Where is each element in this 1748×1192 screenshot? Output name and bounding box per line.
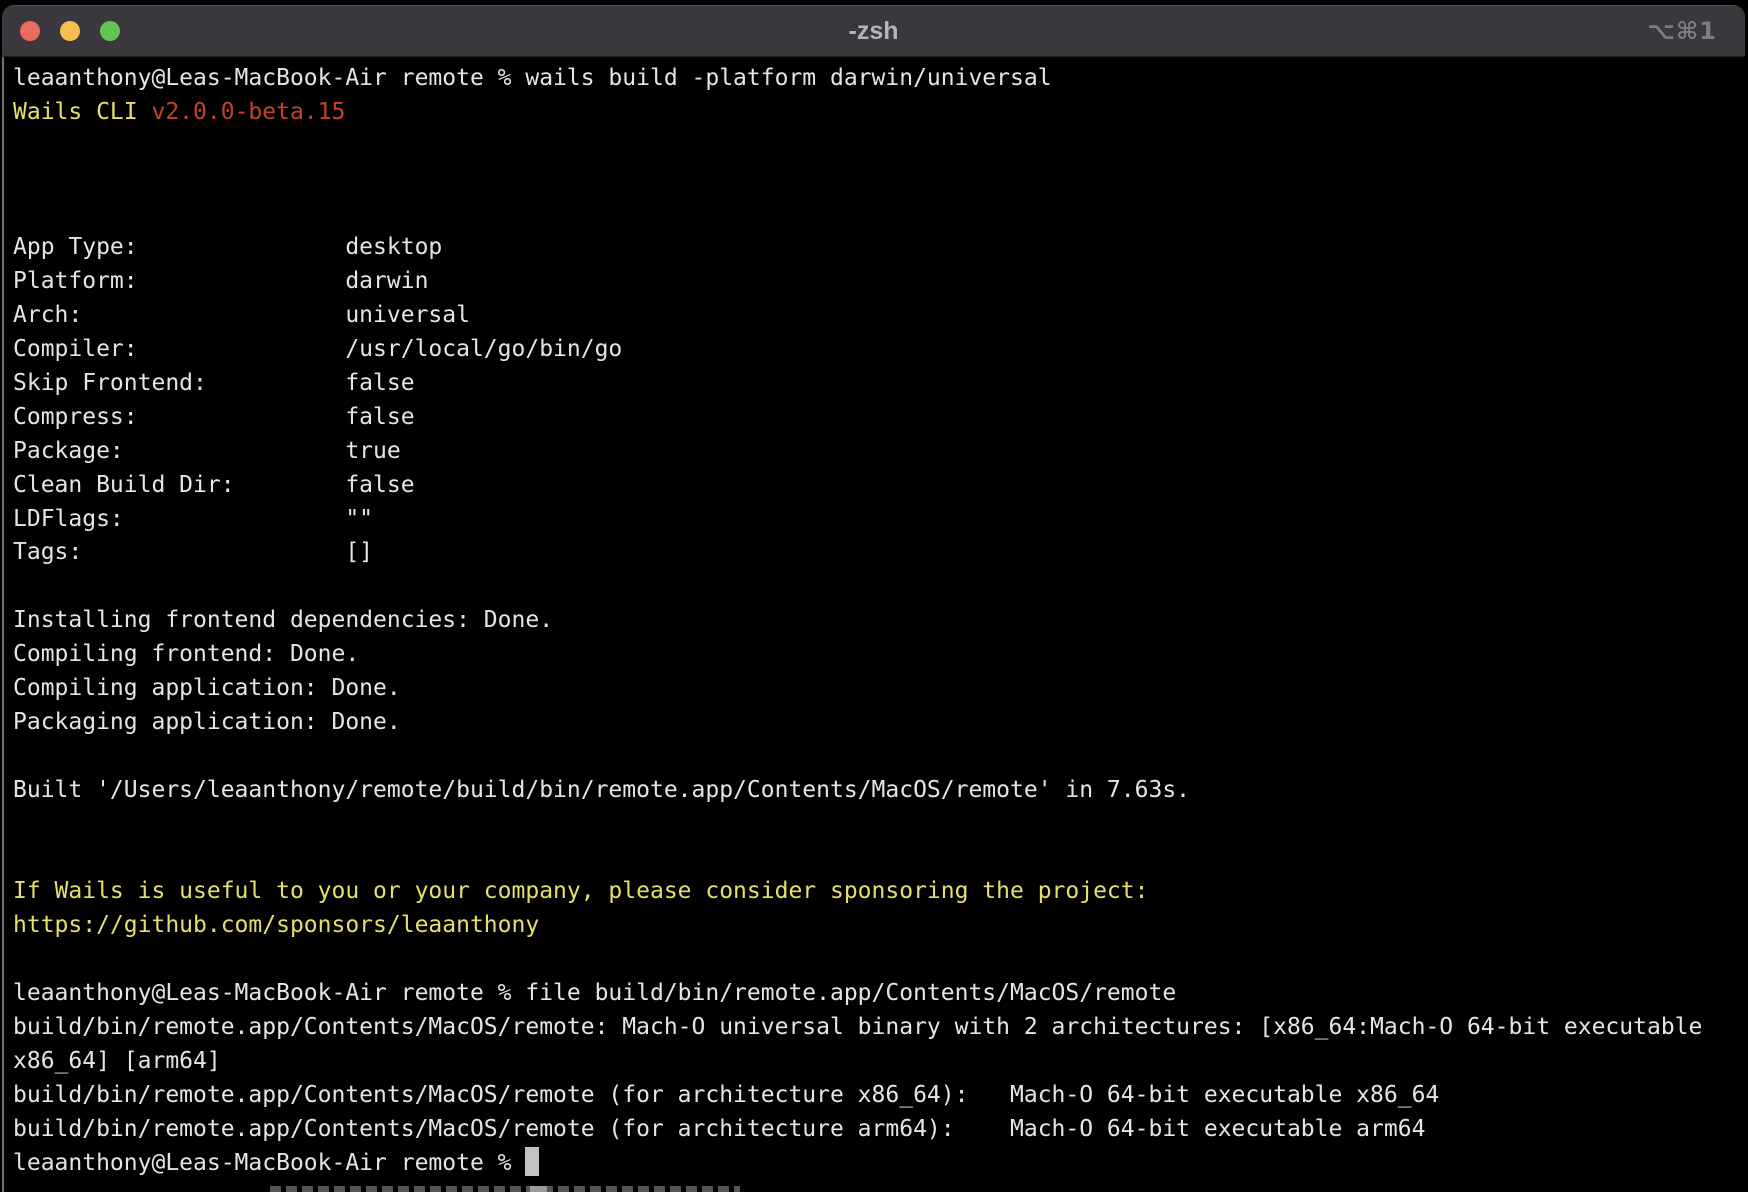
terminal-window: -zsh ⌥⌘1 leaanthony@Leas-MacBook-Air rem…	[2, 5, 1745, 1192]
terminal-text-span: Skip Frontend: false	[13, 370, 415, 396]
terminal-output: leaanthony@Leas-MacBook-Air remote % wai…	[13, 62, 1745, 1180]
terminal-text-span: leaanthony@Leas-MacBook-Air remote %	[13, 1150, 525, 1176]
terminal-text-span: leaanthony@Leas-MacBook-Air remote % fil…	[13, 980, 1176, 1006]
terminal-line: leaanthony@Leas-MacBook-Air remote % wai…	[13, 62, 1745, 96]
terminal-line: leaanthony@Leas-MacBook-Air remote % fil…	[13, 977, 1745, 1011]
terminal-line: Installing frontend dependencies: Done.	[13, 604, 1745, 638]
terminal-line: Compiler: /usr/local/go/bin/go	[13, 333, 1745, 367]
terminal-text-span: leaanthony@Leas-MacBook-Air remote % wai…	[13, 65, 1052, 91]
terminal-line: build/bin/remote.app/Contents/MacOS/remo…	[13, 1079, 1745, 1113]
terminal-line	[13, 130, 1745, 164]
terminal-text-span: LDFlags: ""	[13, 506, 373, 532]
terminal-line: Packaging application: Done.	[13, 706, 1745, 740]
terminal-line: If Wails is useful to you or your compan…	[13, 875, 1745, 909]
cursor-block	[525, 1147, 539, 1176]
terminal-line: Tags: []	[13, 536, 1745, 570]
terminal-line: LDFlags: ""	[13, 503, 1745, 537]
terminal-line: Compiling application: Done.	[13, 672, 1745, 706]
terminal-line: leaanthony@Leas-MacBook-Air remote %	[13, 1147, 1745, 1181]
terminal-line	[13, 570, 1745, 604]
terminal-line	[13, 164, 1745, 198]
terminal-line	[13, 808, 1745, 842]
terminal-line: Clean Build Dir: false	[13, 469, 1745, 503]
terminal-text-span: x86_64] [arm64]	[13, 1048, 221, 1074]
terminal-text-span: Packaging application: Done.	[13, 709, 401, 735]
terminal-text-span: build/bin/remote.app/Contents/MacOS/remo…	[13, 1014, 1702, 1040]
terminal-line	[13, 740, 1745, 774]
terminal-line: App Type: desktop	[13, 231, 1745, 265]
tab-shortcut-badge: ⌥⌘1	[1647, 5, 1717, 57]
clipped-text-row	[270, 1186, 740, 1192]
terminal-line: https://github.com/sponsors/leaanthony	[13, 909, 1745, 943]
terminal-text-span: Compress: false	[13, 404, 415, 430]
terminal-text-span: build/bin/remote.app/Contents/MacOS/remo…	[13, 1116, 1425, 1142]
terminal-line	[13, 841, 1745, 875]
terminal-screen[interactable]: leaanthony@Leas-MacBook-Air remote % wai…	[2, 57, 1745, 1192]
terminal-line: Platform: darwin	[13, 265, 1745, 299]
terminal-text-span: Arch: universal	[13, 302, 470, 328]
terminal-text-span: Installing frontend dependencies: Done.	[13, 607, 553, 633]
terminal-line: Arch: universal	[13, 299, 1745, 333]
terminal-line: Package: true	[13, 435, 1745, 469]
terminal-text-span: Tags: []	[13, 539, 373, 565]
terminal-line: Skip Frontend: false	[13, 367, 1745, 401]
terminal-text-span: Package: true	[13, 438, 401, 464]
terminal-line	[13, 943, 1745, 977]
terminal-line: Compress: false	[13, 401, 1745, 435]
terminal-text-span: App Type: desktop	[13, 234, 442, 260]
terminal-text-span: build/bin/remote.app/Contents/MacOS/remo…	[13, 1082, 1439, 1108]
terminal-line	[13, 198, 1745, 232]
terminal-line: x86_64] [arm64]	[13, 1045, 1745, 1079]
terminal-text-span: Platform: darwin	[13, 268, 428, 294]
terminal-line: Compiling frontend: Done.	[13, 638, 1745, 672]
terminal-text-span: Compiling frontend: Done.	[13, 641, 359, 667]
terminal-text-span: Compiling application: Done.	[13, 675, 401, 701]
terminal-text-span: Clean Build Dir: false	[13, 472, 415, 498]
terminal-line: build/bin/remote.app/Contents/MacOS/remo…	[13, 1011, 1745, 1045]
terminal-line: Built '/Users/leaanthony/remote/build/bi…	[13, 774, 1745, 808]
terminal-line: Wails CLI v2.0.0-beta.15	[13, 96, 1745, 130]
terminal-text-span: Built '/Users/leaanthony/remote/build/bi…	[13, 777, 1190, 803]
window-title: -zsh	[2, 5, 1745, 57]
terminal-text-span: Compiler: /usr/local/go/bin/go	[13, 336, 622, 362]
terminal-text-span: https://github.com/sponsors/leaanthony	[13, 912, 539, 938]
terminal-line: build/bin/remote.app/Contents/MacOS/remo…	[13, 1113, 1745, 1147]
clipped-text-highlight	[530, 1186, 547, 1192]
terminal-text-span: Wails CLI	[13, 99, 151, 125]
terminal-text-span: v2.0.0-beta.15	[151, 99, 345, 125]
window-titlebar[interactable]: -zsh ⌥⌘1	[2, 5, 1745, 57]
terminal-text-span: If Wails is useful to you or your compan…	[13, 878, 1148, 904]
